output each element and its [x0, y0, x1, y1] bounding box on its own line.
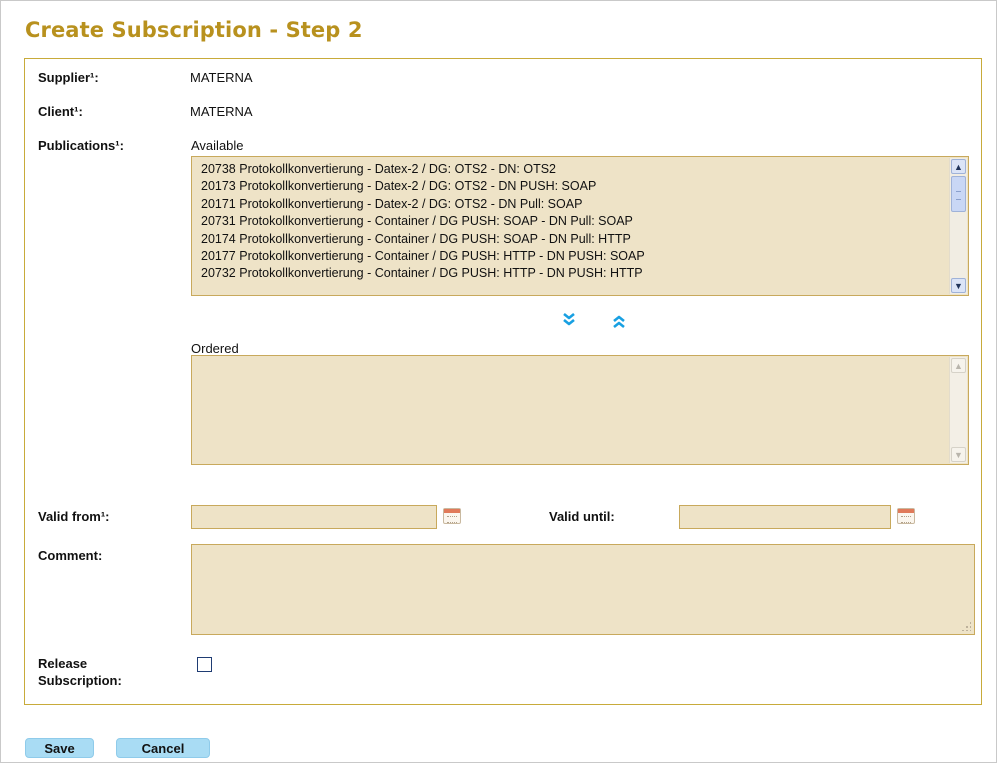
scroll-down-button: ▼: [951, 447, 966, 462]
list-item[interactable]: 20177 Protokollkonvertierung - Container…: [201, 248, 944, 265]
save-button[interactable]: Save: [25, 738, 94, 758]
client-value: MATERNA: [190, 104, 253, 119]
supplier-value: MATERNA: [190, 70, 253, 85]
valid-from-input[interactable]: [191, 505, 437, 529]
publications-label: Publications¹:: [38, 138, 124, 153]
scroll-up-button[interactable]: ▲: [951, 159, 966, 174]
release-label-line2: Subscription:: [38, 673, 122, 688]
scroll-thumb[interactable]: [951, 176, 966, 212]
list-item[interactable]: 20171 Protokollkonvertierung - Datex-2 /…: [201, 196, 944, 213]
scroll-down-button[interactable]: ▼: [951, 278, 966, 293]
client-label: Client¹:: [38, 104, 83, 119]
list-item[interactable]: 20174 Protokollkonvertierung - Container…: [201, 231, 944, 248]
valid-from-label: Valid from¹:: [38, 509, 110, 524]
comment-label: Comment:: [38, 548, 103, 563]
list-item[interactable]: 20732 Protokollkonvertierung - Container…: [201, 265, 944, 282]
available-label: Available: [191, 138, 244, 153]
list-item[interactable]: 20738 Protokollkonvertierung - Datex-2 /…: [201, 161, 944, 178]
available-scrollbar[interactable]: ▲ ▼: [949, 158, 967, 294]
supplier-label: Supplier¹:: [38, 70, 99, 85]
release-subscription-label: Release Subscription:: [38, 655, 122, 689]
page-title: Create Subscription - Step 2: [25, 18, 363, 42]
valid-until-label: Valid until:: [549, 509, 615, 524]
double-chevron-down-icon[interactable]: [561, 311, 577, 329]
subscription-form: Supplier¹: MATERNA Client¹: MATERNA Publ…: [24, 58, 982, 705]
list-item[interactable]: 20731 Protokollkonvertierung - Container…: [201, 213, 944, 230]
release-label-line1: Release: [38, 656, 88, 671]
scroll-up-button: ▲: [951, 358, 966, 373]
comment-textarea[interactable]: [191, 544, 975, 635]
release-subscription-checkbox[interactable]: [197, 657, 212, 672]
calendar-icon[interactable]: [897, 508, 915, 524]
resize-handle[interactable]: [961, 621, 971, 631]
available-publications-list[interactable]: 20738 Protokollkonvertierung - Datex-2 /…: [191, 156, 969, 296]
available-items: 20738 Protokollkonvertierung - Datex-2 /…: [201, 161, 944, 283]
ordered-scrollbar: ▲ ▼: [949, 357, 967, 463]
cancel-button[interactable]: Cancel: [116, 738, 210, 758]
double-chevron-up-icon[interactable]: [611, 313, 627, 331]
ordered-publications-list[interactable]: ▲ ▼: [191, 355, 969, 465]
ordered-label: Ordered: [191, 341, 239, 356]
list-item[interactable]: 20173 Protokollkonvertierung - Datex-2 /…: [201, 178, 944, 195]
calendar-icon[interactable]: [443, 508, 461, 524]
valid-until-input[interactable]: [679, 505, 891, 529]
